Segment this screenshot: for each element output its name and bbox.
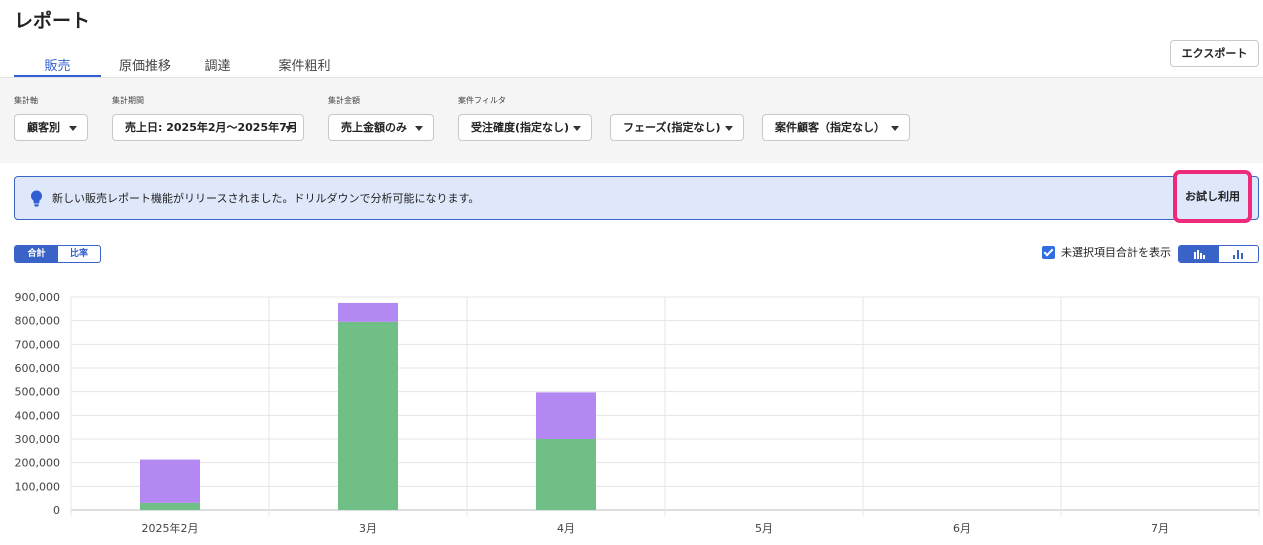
amount-select[interactable]: 売上金額のみ xyxy=(328,114,434,141)
total-mode-button[interactable]: 合計 xyxy=(15,246,58,262)
bar-segment xyxy=(536,392,596,439)
project-filter-label: 案件フィルタ xyxy=(458,96,506,105)
period-value: 売上日: 2025年2月〜2025年7月 xyxy=(125,121,298,134)
y-tick-label: 200,000 xyxy=(15,457,61,470)
project-customer-value: 案件顧客（指定なし） xyxy=(775,121,885,134)
bar-segment xyxy=(338,302,398,322)
x-tick-label: 5月 xyxy=(755,522,773,535)
banner-text: 新しい販売レポート機能がリリースされました。ドリルダウンで分析可能になります。 xyxy=(52,192,480,205)
tab-sales[interactable]: 販売 xyxy=(14,52,101,77)
chevron-down-icon xyxy=(573,126,581,131)
chevron-down-icon xyxy=(725,126,733,131)
x-tick-label: 2025年2月 xyxy=(142,521,199,535)
order-probability-value: 受注確度(指定なし) xyxy=(471,121,570,134)
y-tick-label: 300,000 xyxy=(15,433,61,446)
y-tick-label: 0 xyxy=(53,504,60,517)
y-tick-label: 900,000 xyxy=(15,291,61,304)
y-tick-label: 100,000 xyxy=(15,480,61,493)
y-tick-label: 800,000 xyxy=(15,315,61,328)
x-tick-label: 6月 xyxy=(953,522,971,535)
bar-chart-icon xyxy=(1233,249,1243,259)
x-tick-label: 3月 xyxy=(359,522,377,535)
show-unselected-total-option[interactable]: 未選択項目合計を表示 xyxy=(1042,244,1171,260)
y-tick-label: 400,000 xyxy=(15,409,61,422)
ratio-mode-button[interactable]: 比率 xyxy=(58,246,100,262)
y-tick-label: 500,000 xyxy=(15,386,61,399)
aggregation-axis-value: 顧客別 xyxy=(27,121,60,134)
bar-segment xyxy=(536,439,596,510)
chevron-down-icon xyxy=(69,126,77,131)
phase-select[interactable]: フェーズ(指定なし) xyxy=(610,114,744,141)
stacked-bar-chart-button[interactable] xyxy=(1179,246,1219,262)
x-tick-label: 7月 xyxy=(1151,522,1169,535)
aggregation-axis-label: 集計軸 xyxy=(14,96,38,105)
y-tick-label: 700,000 xyxy=(15,338,61,351)
bar-chart-button[interactable] xyxy=(1219,246,1258,262)
chevron-down-icon xyxy=(415,126,423,131)
bar-segment xyxy=(338,321,398,510)
filter-panel: 集計軸 顧客別 集計期間 売上日: 2025年2月〜2025年7月 集計金額 売… xyxy=(0,77,1263,163)
amount-value: 売上金額のみ xyxy=(341,121,407,134)
bar-segment xyxy=(140,502,200,510)
order-probability-select[interactable]: 受注確度(指定なし) xyxy=(458,114,592,141)
chart-type-toggle xyxy=(1178,245,1259,263)
phase-value: フェーズ(指定なし) xyxy=(623,121,721,134)
aggregation-axis-select[interactable]: 顧客別 xyxy=(14,114,88,141)
y-tick-label: 600,000 xyxy=(15,362,61,375)
export-button[interactable]: エクスポート xyxy=(1170,40,1259,67)
project-customer-select[interactable]: 案件顧客（指定なし） xyxy=(762,114,910,141)
tab-procurement[interactable]: 調達 xyxy=(189,52,246,77)
period-label: 集計期間 xyxy=(112,96,144,105)
chevron-down-icon xyxy=(285,126,293,131)
page-title: レポート xyxy=(14,10,91,32)
stacked-bar-chart-icon xyxy=(1193,249,1205,259)
show-unselected-total-checkbox[interactable] xyxy=(1042,245,1055,259)
tab-cost-trend[interactable]: 原価推移 xyxy=(101,52,189,77)
sales-stacked-bar-chart: 900,000 800,000 700,000 600,000 500,000 400,0… xyxy=(15,291,1260,535)
amount-label: 集計金額 xyxy=(328,96,360,105)
lightbulb-icon xyxy=(31,190,42,207)
report-tabs: 販売 原価推移 調達 案件粗利 xyxy=(14,52,363,77)
show-unselected-total-label: 未選択項目合計を表示 xyxy=(1061,246,1171,259)
tab-project-gross-profit[interactable]: 案件粗利 xyxy=(246,52,363,77)
info-banner: 新しい販売レポート機能がリリースされました。ドリルダウンで分析可能になります。 xyxy=(14,176,1259,220)
display-mode-toggle: 合計 比率 xyxy=(14,245,101,263)
bar-segment xyxy=(140,459,200,503)
chevron-down-icon xyxy=(891,126,899,131)
try-new-feature-button[interactable]: お試し利用 xyxy=(1173,170,1252,223)
x-tick-label: 4月 xyxy=(557,522,575,535)
period-select[interactable]: 売上日: 2025年2月〜2025年7月 xyxy=(112,114,304,141)
